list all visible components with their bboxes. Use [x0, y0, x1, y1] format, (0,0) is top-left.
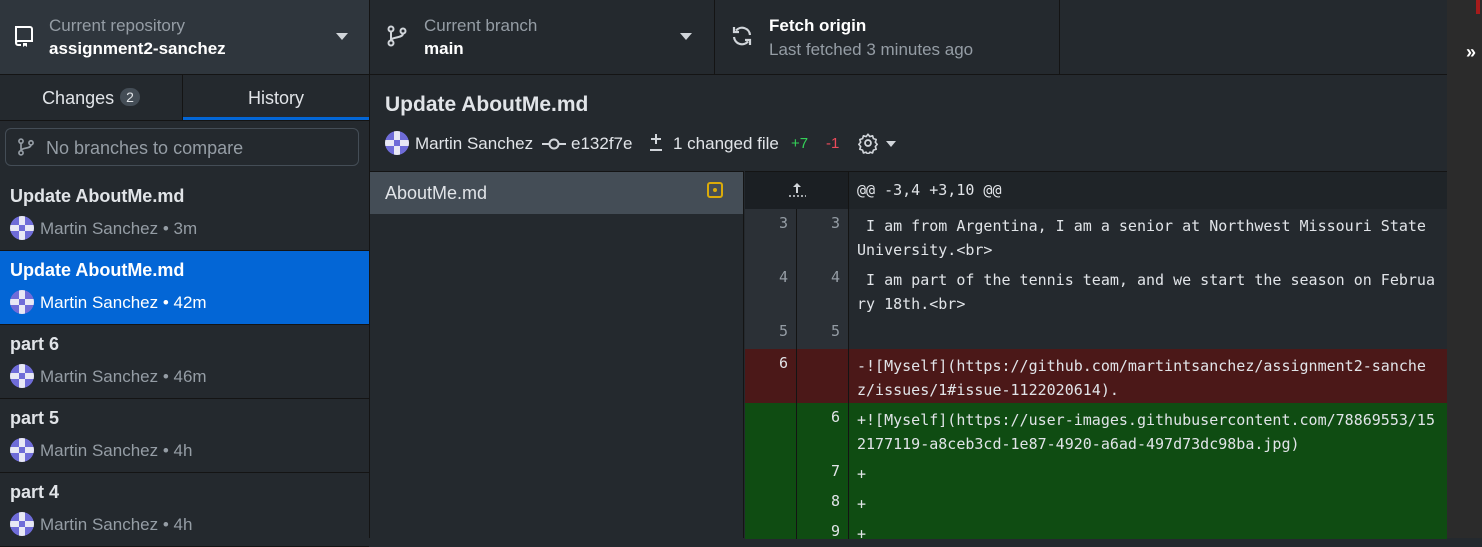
fetch-title: Fetch origin — [769, 16, 867, 35]
commit-list-item[interactable]: part 4 Martin Sanchez • 4h — [0, 473, 369, 547]
avatar — [10, 512, 34, 536]
tab-history-label: History — [247, 88, 304, 108]
toolbar: Current repository assignment2-sanchez C… — [0, 0, 1447, 75]
fetch-origin-button[interactable]: Fetch origin Last fetched 3 minutes ago — [715, 0, 1060, 74]
new-line-number: 4 — [830, 268, 840, 286]
diff-line-added[interactable]: 7 + — [745, 457, 1447, 487]
diff-line-added[interactable]: 8 + — [745, 487, 1447, 517]
chevron-down-icon — [680, 33, 692, 40]
new-line-number: 8 — [830, 492, 840, 510]
hunk-header-text: @@ -3,4 +3,10 @@ — [857, 181, 1002, 199]
file-name: AboutMe.md — [385, 183, 488, 203]
old-line-number: 3 — [778, 214, 788, 232]
old-line-number: 5 — [778, 322, 788, 340]
expand-chevron-icon[interactable]: » — [1466, 42, 1476, 63]
avatar — [385, 131, 409, 155]
branch-selector[interactable]: Current branch main — [370, 0, 715, 74]
commit-author: Martin Sanchez — [415, 134, 534, 153]
git-commit-icon — [542, 138, 566, 150]
repository-label: Current repository — [49, 16, 186, 35]
commit-list-item[interactable]: Update AboutMe.md Martin Sanchez • 3m — [0, 177, 369, 251]
branch-name: main — [424, 39, 464, 58]
sidebar-tabs: Changes 2 History — [0, 75, 369, 121]
new-line-number: 5 — [830, 322, 840, 340]
sidebar: Changes 2 History No branches to compare … — [0, 75, 370, 547]
commit-list-item-selected[interactable]: Update AboutMe.md Martin Sanchez • 42m — [0, 251, 369, 325]
changed-files-count: 1 changed file — [673, 134, 779, 153]
commit-title: part 6 — [10, 334, 60, 354]
status-marker — [1476, 0, 1480, 14]
branch-compare-input[interactable]: No branches to compare — [5, 128, 359, 166]
commit-title: Update AboutMe.md — [10, 186, 185, 206]
diff-line-text: + — [857, 525, 867, 539]
changed-files-list: AboutMe.md — [370, 171, 744, 538]
old-line-number: 4 — [778, 268, 788, 286]
commit-title: Update AboutMe.md — [10, 260, 185, 280]
diff-line-text: +![Myself](https://user-images.githubuse… — [857, 411, 1435, 453]
commit-meta: Martin Sanchez • 42m — [40, 293, 207, 312]
branch-label: Current branch — [424, 16, 538, 35]
diff-line-added[interactable]: 9 + — [745, 517, 1447, 539]
sync-icon — [732, 26, 752, 46]
commit-meta: Martin Sanchez • 46m — [40, 367, 207, 386]
commit-meta: Martin Sanchez • 4h — [40, 515, 193, 534]
commit-sha[interactable]: e132f7e — [571, 134, 632, 154]
avatar — [10, 290, 34, 314]
diff-line[interactable]: 4 4 I am part of the tennis team, and we… — [745, 263, 1447, 317]
avatar — [10, 216, 34, 240]
additions-count: +7 — [791, 135, 809, 152]
modified-status-icon — [707, 182, 723, 198]
diff-line-text: I am part of the tennis team, and we sta… — [857, 271, 1435, 313]
branch-icon — [18, 138, 34, 156]
expand-up-icon — [789, 183, 806, 197]
compare-placeholder: No branches to compare — [46, 138, 244, 158]
commit-details: Update AboutMe.md Martin Sanchez e132f7e… — [370, 75, 1447, 539]
repository-name: assignment2-sanchez — [49, 39, 226, 58]
changes-count-badge: 2 — [120, 88, 140, 106]
diff-line[interactable]: 3 3 I am from Argentina, I am a senior a… — [745, 209, 1447, 263]
diff-icon — [650, 134, 662, 151]
chevron-down-icon[interactable] — [886, 141, 896, 147]
chevron-down-icon — [336, 33, 348, 40]
commit-title: part 4 — [10, 482, 60, 502]
repo-icon — [15, 26, 33, 47]
hunk-header: @@ -3,4 +3,10 @@ — [745, 172, 1447, 209]
file-list-item[interactable]: AboutMe.md — [370, 172, 743, 214]
tab-changes-label: Changes — [42, 88, 115, 108]
tab-history[interactable]: History — [183, 75, 369, 120]
new-line-number: 6 — [830, 408, 840, 426]
avatar — [10, 364, 34, 388]
diff-line-text — [857, 322, 1437, 346]
diff-line-text: + — [857, 495, 867, 513]
diff-line[interactable]: 5 5 — [745, 317, 1447, 349]
side-strip — [1447, 0, 1482, 538]
diff-line-text: I am from Argentina, I am a senior at No… — [857, 217, 1435, 259]
avatar — [10, 438, 34, 462]
old-line-number: 6 — [778, 354, 788, 372]
expand-hunk-button[interactable] — [745, 172, 849, 209]
new-line-number: 3 — [830, 214, 840, 232]
fetch-subtitle: Last fetched 3 minutes ago — [769, 40, 974, 59]
commit-summary-title: Update AboutMe.md — [385, 93, 589, 116]
commit-meta: Martin Sanchez • 3m — [40, 219, 198, 238]
diff-line-deleted[interactable]: 6 -![Myself](https://github.com/martints… — [745, 349, 1447, 403]
diff-line-added[interactable]: 6 +![Myself](https://user-images.githubu… — [745, 403, 1447, 457]
commit-list-item[interactable]: part 6 Martin Sanchez • 46m — [0, 325, 369, 399]
new-line-number: 9 — [830, 522, 840, 539]
commit-list-item[interactable]: part 5 Martin Sanchez • 4h — [0, 399, 369, 473]
gear-icon[interactable] — [857, 132, 879, 154]
new-line-number: 7 — [830, 462, 840, 480]
repository-selector[interactable]: Current repository assignment2-sanchez — [0, 0, 370, 74]
tab-changes[interactable]: Changes 2 — [0, 75, 183, 120]
commit-title: part 5 — [10, 408, 60, 428]
commit-list: Update AboutMe.md Martin Sanchez • 3m Up… — [0, 177, 369, 547]
commit-meta: Martin Sanchez • 4h — [40, 441, 193, 460]
branch-icon — [387, 25, 407, 47]
deletions-count: -1 — [826, 135, 840, 152]
diff-line-text: + — [857, 465, 867, 483]
diff-line-text: -![Myself](https://github.com/martintsan… — [857, 357, 1426, 399]
diff-view: @@ -3,4 +3,10 @@ 3 3 I am from Argentina… — [745, 171, 1447, 539]
